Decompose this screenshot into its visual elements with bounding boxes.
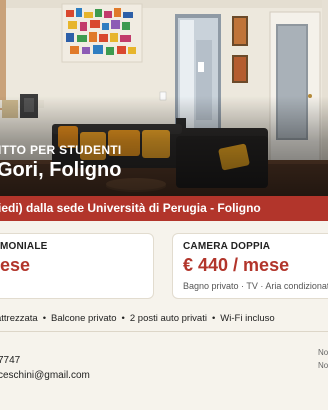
room-price: ese (0, 255, 31, 275)
room-price: € 440 / mese (183, 255, 290, 275)
listing-title: Gori, Foligno (0, 159, 122, 181)
feature-separator: • (211, 313, 216, 324)
feature-separator: • (42, 313, 47, 324)
side-note: No (318, 361, 328, 370)
room-card-double[interactable]: CAMERA DOPPIA € 440 / mese Bagno privato… (172, 233, 328, 299)
side-note: No (318, 348, 328, 357)
feature-list: attrezzata • Balcone privato • 2 posti auto … (0, 313, 275, 324)
feature-item: Balcone privato (51, 313, 117, 324)
location-banner: iedi) dalla sede Università di Perugia -… (0, 196, 328, 221)
contact-email[interactable]: ceschini@gmail.com (0, 370, 90, 381)
room-type-label: CAMERA DOPPIA (183, 241, 271, 252)
contact-phone[interactable]: 7747 (0, 355, 20, 366)
location-banner-text: iedi) dalla sede Università di Perugia -… (0, 201, 261, 215)
feature-separator: • (121, 313, 125, 324)
hero-photo: ITTO PER STUDENTI Gori, Foligno (0, 0, 328, 196)
room-card-single[interactable]: MONIALE ese (0, 233, 154, 299)
section-divider (0, 331, 328, 332)
room-type-label: MONIALE (0, 241, 48, 252)
room-amenities: Bagno privato · TV · Aria condizionata (183, 281, 328, 291)
feature-item: Wi-Fi incluso (220, 313, 275, 324)
feature-item: attrezzata (0, 313, 38, 324)
listing-kicker: ITTO PER STUDENTI (0, 143, 122, 157)
feature-item: 2 posti auto privati (129, 313, 207, 324)
